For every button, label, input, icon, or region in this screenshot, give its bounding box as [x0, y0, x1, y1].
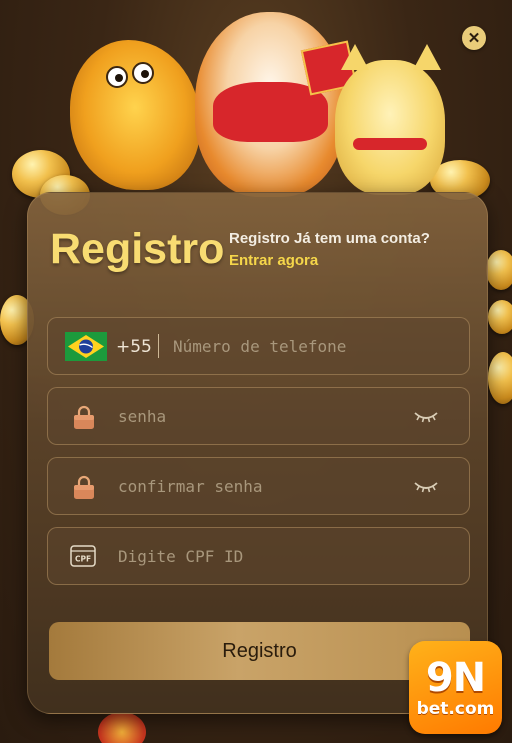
phone-input[interactable] — [173, 318, 458, 374]
small-dragon-decoration — [98, 712, 146, 743]
password-input[interactable] — [118, 388, 408, 444]
gold-coin-decoration — [488, 352, 512, 404]
lock-icon — [74, 475, 94, 499]
login-prompt-text: Registro Já tem uma conta? — [229, 230, 430, 247]
country-dial-code[interactable]: +55 — [116, 337, 152, 357]
cpf-card-icon: CPF — [70, 545, 96, 567]
golden-dragon-mascot — [70, 40, 200, 190]
close-button[interactable]: ✕ — [462, 26, 486, 50]
eye-closed-icon[interactable] — [413, 407, 439, 425]
register-submit-button[interactable]: Registro — [49, 622, 470, 680]
phone-field: +55 — [47, 317, 470, 375]
lock-icon — [74, 405, 94, 429]
gold-coin-decoration — [486, 250, 512, 290]
brand-logo-domain: bet.com — [416, 699, 495, 719]
confirm-password-input[interactable] — [118, 458, 408, 514]
lucky-cat-mascot — [335, 44, 445, 195]
cpf-field: CPF — [47, 527, 470, 585]
registration-panel: Registro Registro Já tem uma conta? Entr… — [27, 192, 488, 714]
page-title: Registro — [50, 225, 225, 273]
brand-logo: 9N bet.com — [409, 641, 502, 734]
brand-logo-primary: 9N — [425, 655, 486, 701]
gold-coin-decoration — [488, 300, 512, 334]
eye-closed-icon[interactable] — [413, 477, 439, 495]
confirm-password-field — [47, 457, 470, 515]
cpf-input[interactable] — [118, 528, 458, 584]
brazil-flag-icon — [65, 332, 107, 361]
password-field — [47, 387, 470, 445]
cpf-icon-label: CPF — [75, 555, 91, 564]
close-icon: ✕ — [467, 30, 481, 47]
fortune-tiger-mascot — [195, 12, 345, 197]
field-divider — [158, 334, 159, 358]
login-link[interactable]: Entrar agora — [229, 252, 318, 269]
